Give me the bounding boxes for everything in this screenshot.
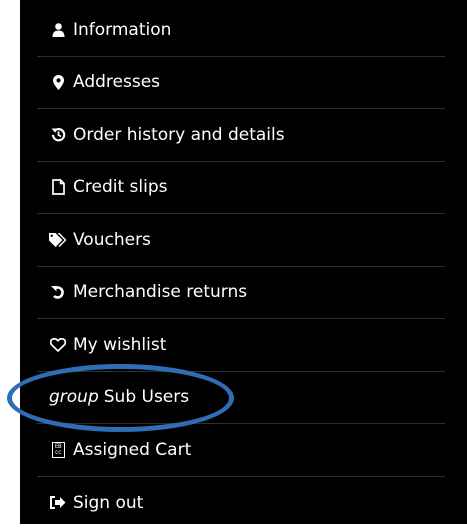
closed-caption-box-glyph: EB cc bbox=[52, 442, 65, 458]
account-menu: Information Addresses Order history and … bbox=[37, 4, 445, 529]
group-icon-ligature-text: group bbox=[49, 387, 99, 407]
menu-item-label: Sign out bbox=[73, 493, 143, 513]
undo-icon bbox=[49, 283, 67, 301]
map-marker-icon bbox=[49, 73, 67, 91]
menu-item-label: Credit slips bbox=[73, 177, 167, 197]
menu-item-label: Order history and details bbox=[73, 125, 285, 145]
menu-item-label: Addresses bbox=[73, 72, 160, 92]
menu-item-label: Assigned Cart bbox=[73, 440, 191, 460]
menu-item-label: Merchandise returns bbox=[73, 282, 247, 302]
tags-icon bbox=[49, 231, 67, 249]
account-menu-panel: Information Addresses Order history and … bbox=[20, 0, 467, 524]
menu-item-sign-out[interactable]: Sign out bbox=[37, 477, 445, 529]
user-icon bbox=[49, 21, 67, 39]
sign-out-icon bbox=[49, 494, 67, 512]
cc-glyph-bottom: cc bbox=[55, 450, 61, 456]
menu-item-sub-users[interactable]: group Sub Users bbox=[37, 372, 445, 425]
closed-caption-box-icon: EB cc bbox=[49, 441, 67, 459]
history-icon bbox=[49, 126, 67, 144]
menu-item-information[interactable]: Information bbox=[37, 4, 445, 57]
file-icon bbox=[49, 178, 67, 196]
menu-item-order-history[interactable]: Order history and details bbox=[37, 109, 445, 162]
menu-item-wishlist[interactable]: My wishlist bbox=[37, 319, 445, 372]
menu-item-addresses[interactable]: Addresses bbox=[37, 57, 445, 110]
menu-item-label: Information bbox=[73, 20, 171, 40]
menu-item-label: Vouchers bbox=[73, 230, 151, 250]
menu-item-label: My wishlist bbox=[73, 335, 166, 355]
menu-item-vouchers[interactable]: Vouchers bbox=[37, 214, 445, 267]
heart-outline-icon bbox=[49, 336, 67, 354]
menu-item-credit-slips[interactable]: Credit slips bbox=[37, 162, 445, 215]
menu-item-assigned-cart[interactable]: EB cc Assigned Cart bbox=[37, 424, 445, 477]
menu-item-label: Sub Users bbox=[104, 387, 189, 407]
menu-item-merchandise-returns[interactable]: Merchandise returns bbox=[37, 267, 445, 320]
